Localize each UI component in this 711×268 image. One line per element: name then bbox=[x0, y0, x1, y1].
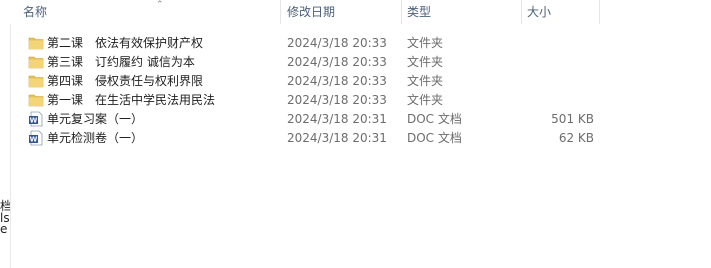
file-size bbox=[527, 34, 594, 52]
date-modified: 2024/3/18 20:31 bbox=[287, 112, 387, 126]
file-name: 第三课 订约履约 诚信为本 bbox=[47, 55, 195, 69]
file-type: DOC 文档 bbox=[407, 131, 462, 145]
column-header-size[interactable]: 大小 bbox=[522, 0, 600, 24]
column-header-bar: 名称 ⌃ 修改日期 类型 大小 bbox=[10, 0, 711, 24]
date-modified: 2024/3/18 20:31 bbox=[287, 131, 387, 145]
file-type: DOC 文档 bbox=[407, 112, 462, 126]
file-row[interactable]: 第三课 订约履约 诚信为本 2024/3/18 20:33 文件夹 bbox=[10, 53, 711, 71]
file-size: 62 KB bbox=[558, 131, 594, 145]
column-divider[interactable] bbox=[280, 0, 281, 24]
file-type: 文件夹 bbox=[407, 55, 444, 69]
file-name: 单元复习案（一） bbox=[47, 112, 144, 126]
name-cell: 第二课 依法有效保护财产权 bbox=[28, 34, 280, 52]
date-modified: 2024/3/18 20:33 bbox=[287, 74, 387, 88]
file-size: 501 KB bbox=[551, 112, 594, 126]
name-cell: W 单元检测卷（一） bbox=[28, 129, 280, 147]
sort-ascending-icon: ⌃ bbox=[156, 0, 164, 10]
file-size bbox=[527, 91, 594, 109]
name-cell: W 单元复习案（一） bbox=[28, 110, 280, 128]
nav-fragment-3: e bbox=[0, 222, 8, 236]
date-modified: 2024/3/18 20:33 bbox=[287, 55, 387, 69]
column-header-type[interactable]: 类型 bbox=[402, 0, 522, 24]
name-cell: 第一课 在生活中学民法用民法 bbox=[28, 91, 280, 109]
word-doc-icon: W bbox=[29, 130, 43, 146]
file-name: 第二课 依法有效保护财产权 bbox=[47, 36, 204, 50]
file-name: 第四课 侵权责任与权利界限 bbox=[47, 74, 204, 88]
file-type: 文件夹 bbox=[407, 74, 444, 88]
file-type: 文件夹 bbox=[407, 36, 444, 50]
name-cell: 第四课 侵权责任与权利界限 bbox=[28, 72, 280, 90]
folder-icon bbox=[28, 94, 44, 107]
file-row[interactable]: W 单元复习案（一） 2024/3/18 20:31 DOC 文档 501 KB bbox=[10, 110, 711, 128]
word-doc-icon: W bbox=[29, 111, 43, 127]
name-cell: 第三课 订约履约 诚信为本 bbox=[28, 53, 280, 71]
folder-icon bbox=[28, 37, 44, 50]
date-modified: 2024/3/18 20:33 bbox=[287, 93, 387, 107]
file-row[interactable]: 第四课 侵权责任与权利界限 2024/3/18 20:33 文件夹 bbox=[10, 72, 711, 90]
date-modified: 2024/3/18 20:33 bbox=[287, 36, 387, 50]
file-size bbox=[527, 53, 594, 71]
file-name: 第一课 在生活中学民法用民法 bbox=[47, 93, 216, 107]
svg-text:W: W bbox=[30, 136, 38, 144]
svg-text:W: W bbox=[30, 117, 38, 125]
folder-icon bbox=[28, 56, 44, 69]
column-header-date[interactable]: 修改日期 bbox=[282, 0, 402, 24]
file-row[interactable]: W 单元检测卷（一） 2024/3/18 20:31 DOC 文档 62 KB bbox=[10, 129, 711, 147]
column-header-name[interactable]: 名称 bbox=[18, 0, 280, 24]
file-type: 文件夹 bbox=[407, 93, 444, 107]
file-name: 单元检测卷（一） bbox=[47, 131, 144, 145]
folder-icon bbox=[28, 75, 44, 88]
file-row[interactable]: 第二课 依法有效保护财产权 2024/3/18 20:33 文件夹 bbox=[10, 34, 711, 52]
file-row[interactable]: 第一课 在生活中学民法用民法 2024/3/18 20:33 文件夹 bbox=[10, 91, 711, 109]
column-divider[interactable] bbox=[599, 0, 600, 24]
file-size bbox=[527, 72, 594, 90]
